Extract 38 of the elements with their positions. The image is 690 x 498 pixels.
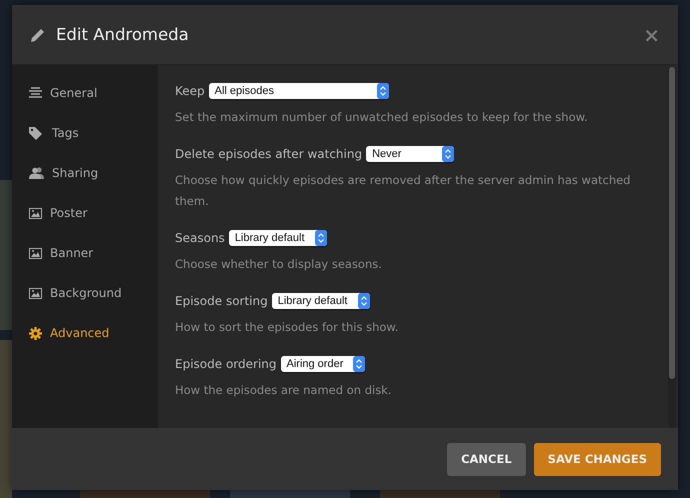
dialog-title: Edit Andromeda xyxy=(56,25,189,44)
setting-description: How the episodes are named on disk. xyxy=(175,382,392,399)
select-dropdown[interactable]: All episodes xyxy=(208,83,389,99)
pencil-icon xyxy=(30,26,46,42)
sidebar-item[interactable]: Banner xyxy=(12,233,158,273)
setting-label: Keep xyxy=(175,84,205,98)
select-dropdown[interactable]: Never xyxy=(366,146,454,162)
setting-description: How to sort the episodes for this show. xyxy=(175,319,400,336)
setting-label: Seasons xyxy=(175,231,225,245)
setting-label: Episode sorting xyxy=(175,294,268,308)
cancel-button[interactable]: CANCEL xyxy=(447,442,526,476)
select-dropdown[interactable]: Airing order xyxy=(280,356,366,372)
sidebar-item[interactable]: Sharing xyxy=(12,153,158,193)
setting-label: Episode ordering xyxy=(175,357,276,371)
stepper-icon xyxy=(442,146,454,162)
image-icon xyxy=(29,208,42,218)
stepper-icon xyxy=(353,356,366,372)
setting-label: Delete episodes after watching xyxy=(175,147,362,161)
users-icon xyxy=(29,167,44,179)
gear-icon xyxy=(29,326,42,340)
stepper-icon xyxy=(376,83,389,99)
select-dropdown[interactable]: Library default xyxy=(272,293,370,309)
sidebar-item[interactable]: Background xyxy=(12,273,158,313)
stepper-icon xyxy=(314,230,327,246)
tags-icon xyxy=(29,126,44,140)
setting-description: Choose whether to display seasons. xyxy=(175,256,383,273)
sidebar-item[interactable]: Advanced xyxy=(12,313,158,353)
image-icon xyxy=(29,288,42,298)
setting-description: Choose how quickly episodes are removed after the server admin has watched them. xyxy=(175,172,632,210)
sidebar-item[interactable]: General xyxy=(12,73,158,113)
scrollbar[interactable] xyxy=(668,67,676,428)
sidebar-item[interactable]: Poster xyxy=(12,193,158,233)
setting-description: Set the maximum number of unwatched episodes to keep for the show. xyxy=(175,109,589,126)
image-icon xyxy=(29,248,42,258)
stepper-icon xyxy=(358,293,370,309)
sidebar-item[interactable]: Tags xyxy=(12,113,158,153)
align-center-icon xyxy=(29,87,42,99)
select-dropdown[interactable]: Library default xyxy=(228,230,327,246)
